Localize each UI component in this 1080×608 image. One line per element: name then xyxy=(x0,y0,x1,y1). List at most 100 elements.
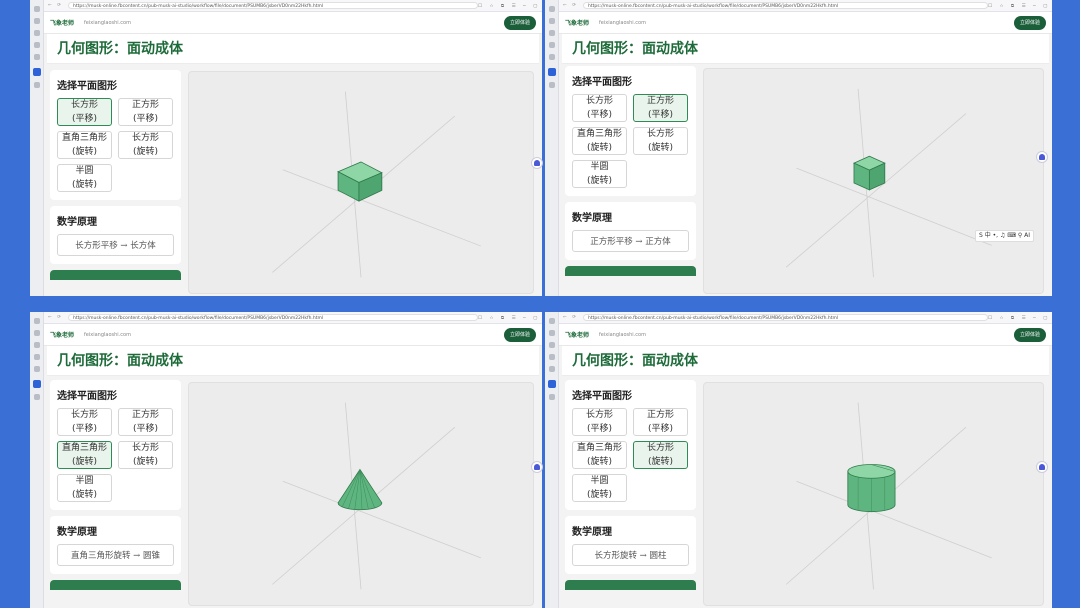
site-header: 飞象老师 feixianglaoshi.com 立即体验 xyxy=(559,324,1052,346)
principle-heading: 数学原理 xyxy=(57,217,97,228)
principle-card: 数学原理 正方形平移 → 正方体 xyxy=(565,202,696,260)
address-bar[interactable]: https://musk-online.fbcontent.cn/pub-mus… xyxy=(583,2,988,9)
try-now-button[interactable]: 立即体验 xyxy=(1013,16,1046,30)
principle-card: 数学原理 直角三角形旋转 → 圆锥 xyxy=(50,516,181,574)
ime-toolbar[interactable]: S 中 •, ♫ ⌨ ⚲ AI xyxy=(975,230,1035,242)
browser-sidebar xyxy=(545,312,559,608)
formula-text: 正方形平移 → 正方体 xyxy=(572,230,689,252)
option-square-translate[interactable]: 正方形 (平移) xyxy=(633,408,688,436)
site-header: 飞象老师 feixianglaoshi.com 立即体验 xyxy=(44,324,542,346)
shape-selector-card: 选择平面图形 长方形 (平移) 正方形 (平移) 直角三角形 (旋转) 长方形 … xyxy=(50,70,181,200)
cube-shape xyxy=(853,155,886,191)
try-now-button[interactable]: 立即体验 xyxy=(503,328,536,342)
browser-sidebar xyxy=(545,0,559,296)
select-heading: 选择平面图形 xyxy=(57,391,117,402)
site-domain: feixianglaoshi.com xyxy=(84,331,131,338)
3d-viewer[interactable] xyxy=(703,68,1044,294)
assistant-float-icon[interactable] xyxy=(531,461,543,473)
site-header: 飞象老师 feixianglaoshi.com 立即体验 xyxy=(44,12,542,34)
option-rectangle-rotate[interactable]: 长方形 (旋转) xyxy=(633,441,688,469)
window-controls-icon[interactable]: ☐ ☆ ⧉ ☰ ─ ▢ ✕ xyxy=(988,3,1052,9)
select-heading: 选择平面图形 xyxy=(572,391,632,402)
3d-scene[interactable] xyxy=(189,72,533,293)
cuboid-shape xyxy=(337,161,383,202)
option-rectangle-rotate[interactable]: 长方形 (旋转) xyxy=(633,127,688,155)
nav-icons[interactable]: ← ⟳ xyxy=(48,315,68,320)
shape-selector-card: 选择平面图形 长方形 (平移) 正方形 (平移) 直角三角形 (旋转) 长方形 … xyxy=(565,66,696,196)
option-rectangle-rotate[interactable]: 长方形 (旋转) xyxy=(118,131,173,159)
3d-scene[interactable] xyxy=(704,69,1043,293)
formula-text: 长方形平移 → 长方体 xyxy=(57,234,174,256)
action-button[interactable] xyxy=(50,270,181,280)
option-rectangle-rotate[interactable]: 长方形 (旋转) xyxy=(118,441,173,469)
option-right-triangle-rotate[interactable]: 直角三角形 (旋转) xyxy=(57,131,112,159)
window-controls-icon[interactable]: ☐ ☆ ⧉ ☰ ─ ▢ ✕ xyxy=(478,315,542,321)
site-logo[interactable]: 飞象老师 xyxy=(50,330,74,339)
browser-sidebar xyxy=(30,312,44,608)
browser-toolbar: ← ⟳ https://musk-online.fbcontent.cn/pub… xyxy=(44,312,542,324)
axis-line xyxy=(282,480,482,559)
option-rectangle-translate[interactable]: 长方形 (平移) xyxy=(572,408,627,436)
assistant-float-icon[interactable] xyxy=(1036,461,1048,473)
option-semicircle-rotate[interactable]: 半圆 (旋转) xyxy=(57,474,112,502)
browser-sidebar xyxy=(30,0,44,296)
option-right-triangle-rotate[interactable]: 直角三角形 (旋转) xyxy=(572,441,627,469)
try-now-button[interactable]: 立即体验 xyxy=(1013,328,1046,342)
option-rectangle-translate[interactable]: 长方形 (平移) xyxy=(57,98,112,126)
site-logo[interactable]: 飞象老师 xyxy=(565,330,589,339)
shape-selector-card: 选择平面图形 长方形 (平移) 正方形 (平移) 直角三角形 (旋转) 长方形 … xyxy=(50,380,181,510)
browser-window-2: ← ⟳ https://musk-online.fbcontent.cn/pub… xyxy=(545,0,1052,296)
page-title: 几何图形：面动成体 xyxy=(562,34,1049,64)
nav-icons[interactable]: ← ⟳ xyxy=(563,315,583,320)
principle-heading: 数学原理 xyxy=(572,213,612,224)
site-logo[interactable]: 飞象老师 xyxy=(565,18,589,27)
option-right-triangle-rotate[interactable]: 直角三角形 (旋转) xyxy=(572,127,627,155)
assistant-float-icon[interactable] xyxy=(1036,151,1048,163)
browser-window-1: ← ⟳ https://musk-online.fbcontent.cn/pub… xyxy=(30,0,542,296)
option-semicircle-rotate[interactable]: 半圆 (旋转) xyxy=(57,164,112,192)
principle-heading: 数学原理 xyxy=(572,527,612,538)
3d-viewer[interactable] xyxy=(188,382,534,606)
site-header: 飞象老师 feixianglaoshi.com 立即体验 xyxy=(559,12,1052,34)
option-rectangle-translate[interactable]: 长方形 (平移) xyxy=(572,94,627,122)
page-title: 几何图形：面动成体 xyxy=(562,346,1049,376)
address-bar[interactable]: https://musk-online.fbcontent.cn/pub-mus… xyxy=(68,2,478,9)
3d-viewer[interactable] xyxy=(188,71,534,294)
cone-shape xyxy=(337,468,383,511)
window-controls-icon[interactable]: ☐ ☆ ⧉ ☰ ─ ▢ ✕ xyxy=(988,315,1052,321)
option-right-triangle-rotate[interactable]: 直角三角形 (旋转) xyxy=(57,441,112,469)
nav-icons[interactable]: ← ⟳ xyxy=(563,3,583,8)
principle-card: 数学原理 长方形旋转 → 圆柱 xyxy=(565,516,696,574)
formula-text: 长方形旋转 → 圆柱 xyxy=(572,544,689,566)
site-logo[interactable]: 飞象老师 xyxy=(50,18,74,27)
action-button[interactable] xyxy=(565,580,696,590)
option-semicircle-rotate[interactable]: 半圆 (旋转) xyxy=(572,474,627,502)
address-bar[interactable]: https://musk-online.fbcontent.cn/pub-mus… xyxy=(583,314,988,321)
formula-text: 直角三角形旋转 → 圆锥 xyxy=(57,544,174,566)
principle-heading: 数学原理 xyxy=(57,527,97,538)
address-bar[interactable]: https://musk-online.fbcontent.cn/pub-mus… xyxy=(68,314,478,321)
principle-card: 数学原理 长方形平移 → 长方体 xyxy=(50,206,181,264)
option-semicircle-rotate[interactable]: 半圆 (旋转) xyxy=(572,160,627,188)
option-rectangle-translate[interactable]: 长方形 (平移) xyxy=(57,408,112,436)
browser-window-3: ← ⟳ https://musk-online.fbcontent.cn/pub… xyxy=(30,312,542,608)
3d-scene[interactable] xyxy=(189,383,533,605)
site-domain: feixianglaoshi.com xyxy=(84,19,131,26)
3d-scene[interactable] xyxy=(704,383,1043,605)
option-square-translate[interactable]: 正方形 (平移) xyxy=(633,94,688,122)
action-button[interactable] xyxy=(50,580,181,590)
try-now-button[interactable]: 立即体验 xyxy=(503,16,536,30)
option-square-translate[interactable]: 正方形 (平移) xyxy=(118,408,173,436)
action-button[interactable] xyxy=(565,266,696,276)
window-controls-icon[interactable]: ☐ ☆ ⧉ ☰ ─ ▢ ✕ xyxy=(478,3,542,9)
cylinder-shape xyxy=(847,464,896,513)
3d-viewer[interactable] xyxy=(703,382,1044,606)
select-heading: 选择平面图形 xyxy=(57,81,117,92)
assistant-float-icon[interactable] xyxy=(531,157,543,169)
option-square-translate[interactable]: 正方形 (平移) xyxy=(118,98,173,126)
page-title: 几何图形：面动成体 xyxy=(47,34,539,64)
site-domain: feixianglaoshi.com xyxy=(599,19,646,26)
nav-icons[interactable]: ← ⟳ xyxy=(48,3,68,8)
axis-line xyxy=(785,113,967,268)
page-title: 几何图形：面动成体 xyxy=(47,346,539,376)
